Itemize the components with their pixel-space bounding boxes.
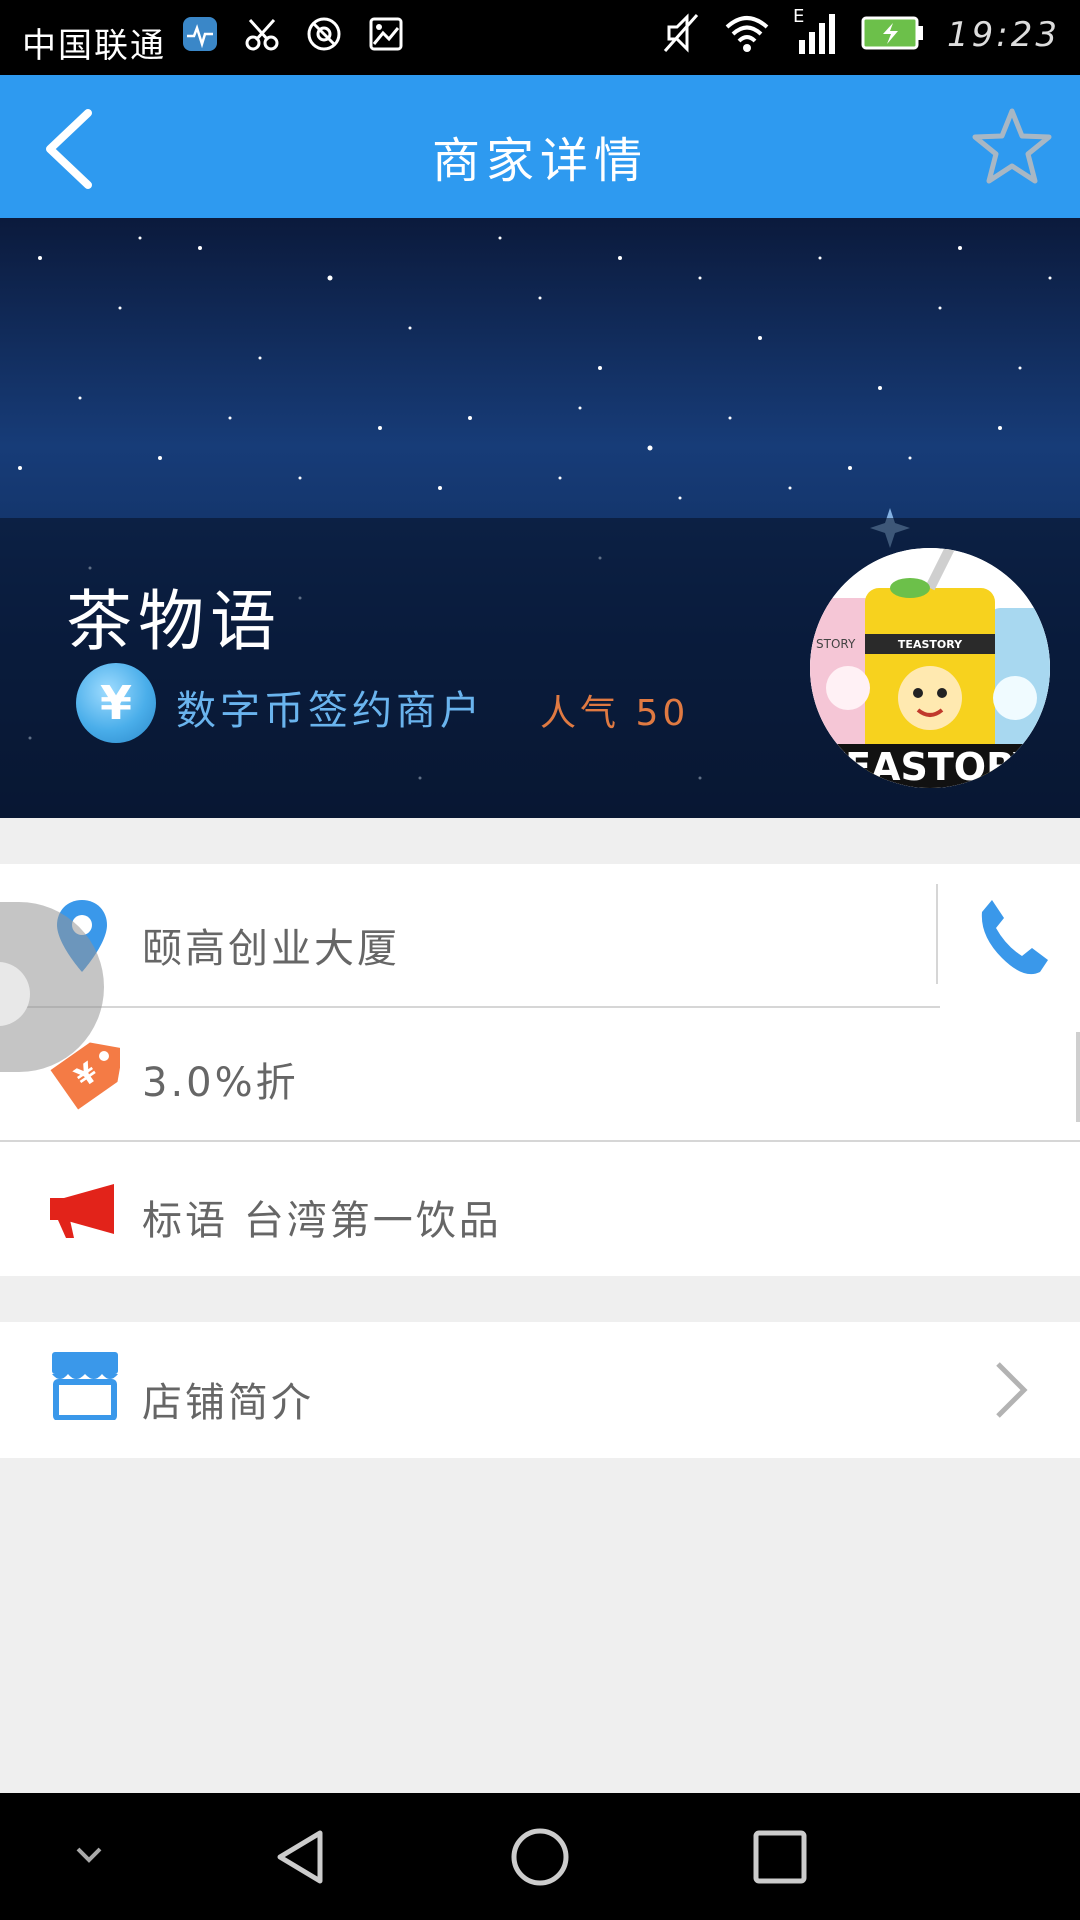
- hide-nav-button[interactable]: [72, 1837, 106, 1875]
- shop-name: 茶物语: [66, 583, 282, 660]
- square-recents-icon: [753, 1830, 807, 1884]
- circle-home-icon: [511, 1828, 569, 1886]
- scroll-indicator: [1076, 1032, 1080, 1122]
- shop-intro-row[interactable]: 店铺简介: [0, 1322, 1080, 1458]
- navigation-bar: [0, 1793, 1080, 1920]
- page-title: 商家详情: [431, 133, 648, 189]
- assistive-touch-dot: [0, 962, 30, 1026]
- signal-icon: E: [793, 6, 839, 60]
- chevron-right-icon: [990, 1360, 1030, 1424]
- mute-icon: [661, 11, 701, 59]
- carrier-label: 中国联通: [22, 26, 166, 66]
- address-row[interactable]: 颐高创业大厦: [0, 864, 1080, 1006]
- settings-app-icon: [304, 14, 344, 54]
- heart-rate-app-icon: [180, 14, 220, 54]
- store-icon: [48, 1350, 122, 1424]
- chevron-down-icon: [76, 1847, 102, 1863]
- logo-small-text: TEASTORY: [898, 638, 963, 651]
- app-bar: 商家详情: [0, 75, 1080, 218]
- merchant-type-label: 数字币签约商户: [176, 688, 484, 734]
- shop-info-card: 颐高创业大厦 ¥ 3.0%折 标语 台湾第一饮品: [0, 864, 1080, 1276]
- battery-charging-icon: [861, 15, 925, 55]
- star-outline-icon: [972, 108, 1052, 184]
- shop-logo-avatar[interactable]: TEASTORY TEASTORY STORY: [810, 548, 1050, 788]
- address-text: 颐高创业大厦: [142, 926, 400, 972]
- discount-text: 3.0%折: [142, 1060, 299, 1106]
- wifi-icon: [723, 13, 771, 57]
- call-divider: [936, 884, 938, 984]
- back-nav-button[interactable]: [272, 1827, 328, 1891]
- status-bar: 中国联通 E 19:23: [0, 0, 1080, 75]
- phone-icon: [981, 900, 1048, 975]
- slogan-text: 标语 台湾第一饮品: [142, 1198, 502, 1244]
- scissors-icon: [242, 14, 282, 54]
- home-nav-button[interactable]: [510, 1827, 570, 1891]
- triangle-back-icon: [277, 1830, 323, 1884]
- digital-coin-icon: ¥: [76, 663, 156, 743]
- network-type-label: E: [793, 6, 805, 27]
- megaphone-icon: [48, 1182, 122, 1246]
- recents-nav-button[interactable]: [752, 1829, 808, 1889]
- popularity-label: 人气 50: [540, 693, 690, 734]
- shop-intro-label: 店铺简介: [142, 1380, 314, 1426]
- discount-row: ¥ 3.0%折: [0, 1008, 1080, 1138]
- shop-banner: 茶物语 ¥ 数字币签约商户 人气 50 TEASTORY TEASTORY ST…: [0, 218, 1080, 818]
- favorite-button[interactable]: [970, 105, 1054, 189]
- logo-left-text: STORY: [816, 637, 856, 651]
- clock: 19:23: [947, 15, 1060, 55]
- image-icon: [366, 14, 406, 54]
- slogan-row: 标语 台湾第一饮品: [0, 1142, 1080, 1276]
- call-button[interactable]: [972, 894, 1052, 982]
